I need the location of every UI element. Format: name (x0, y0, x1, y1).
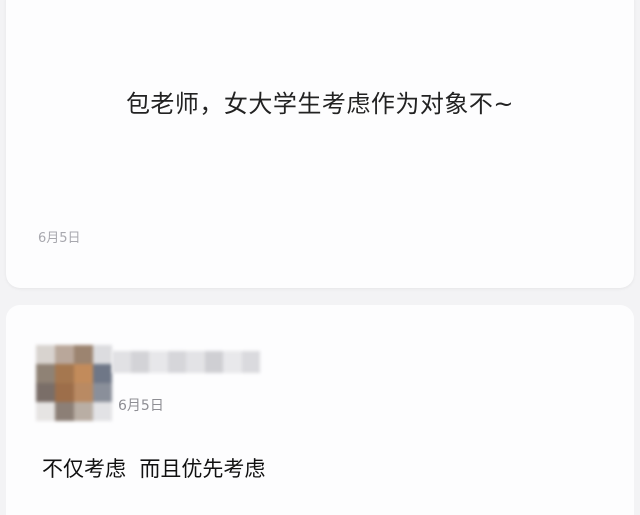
answer-date: 6月5日 (118, 398, 164, 414)
username-blurred[interactable] (112, 351, 260, 373)
answer-card: 6月5日 不仅考虑 而且优先考虑 (6, 305, 634, 515)
answer-text: 不仅考虑 而且优先考虑 (42, 457, 266, 481)
question-card: 包老师，女大学生考虑作为对象不~ 6月5日 (6, 0, 634, 288)
avatar[interactable] (36, 345, 112, 421)
question-text: 包老师，女大学生考虑作为对象不~ (125, 90, 515, 118)
question-date: 6月5日 (38, 231, 81, 246)
